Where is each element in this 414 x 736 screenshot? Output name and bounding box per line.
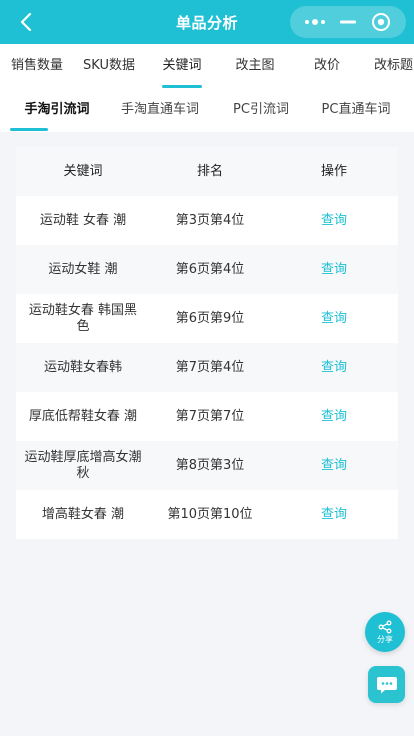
table-row: 运动鞋女春韩 第7页第4位 查询: [16, 343, 398, 392]
minimize-button[interactable]: [334, 8, 362, 36]
table-row: 运动鞋 女春 潮 第3页第4位 查询: [16, 196, 398, 245]
mini-program-capsule: [290, 6, 406, 38]
tab-change-main-image[interactable]: 改主图: [224, 44, 286, 88]
app-header: 单品分析: [0, 0, 414, 44]
header-keyword: 关键词: [63, 163, 103, 179]
header-action: 操作: [320, 163, 347, 179]
tab-sales-quantity[interactable]: 销售数量: [4, 44, 70, 88]
more-button[interactable]: [301, 8, 329, 36]
share-button[interactable]: 分享: [365, 612, 405, 652]
table-row: 运动鞋厚底增高女潮秋 第8页第3位 查询: [16, 441, 398, 490]
table-row: 厚底低帮鞋女春 潮 第7页第7位 查询: [16, 392, 398, 441]
minus-icon: [339, 20, 356, 24]
secondary-tabs: 手淘引流词 手淘直通车词 PC引流词 PC直通车词: [0, 88, 414, 132]
query-link[interactable]: 查询: [270, 245, 398, 294]
tab-change-title[interactable]: 改标题: [374, 44, 414, 88]
tab-change-price[interactable]: 改价: [300, 44, 354, 88]
close-button[interactable]: [367, 8, 395, 36]
more-dots-icon: [304, 19, 325, 25]
tab-pc-traffic-words[interactable]: PC引流词: [222, 88, 300, 132]
chat-bubble-icon: [376, 676, 397, 693]
chat-button[interactable]: [368, 666, 405, 703]
keyword-cell: 运动鞋 女春 潮: [39, 212, 127, 228]
table-row: 增高鞋女春 潮 第10页第10位 查询: [16, 490, 398, 539]
rank-cell: 第10页第10位: [167, 506, 253, 522]
primary-tabs: 销售数量 SKU数据 关键词 改主图 改价 改标题: [0, 44, 414, 88]
keyword-cell: 增高鞋女春 潮: [41, 506, 125, 522]
target-circle-icon: [372, 13, 391, 31]
rank-cell: 第7页第4位: [175, 359, 245, 375]
rank-cell: 第6页第9位: [175, 310, 245, 326]
keyword-cell: 运动鞋女春韩: [43, 359, 122, 375]
query-link[interactable]: 查询: [270, 196, 398, 245]
query-link[interactable]: 查询: [270, 392, 398, 441]
tab-pc-ad-words[interactable]: PC直通车词: [310, 88, 402, 132]
chevron-left-icon: [20, 13, 32, 31]
rank-cell: 第8页第3位: [175, 457, 245, 473]
rank-cell: 第6页第4位: [175, 261, 245, 277]
page-title: 单品分析: [175, 13, 238, 32]
share-label: 分享: [377, 635, 393, 644]
table-row: 运动女鞋 潮 第6页第4位 查询: [16, 245, 398, 294]
rank-cell: 第3页第4位: [175, 212, 245, 228]
active-subtab-indicator: [10, 128, 48, 131]
keyword-cell: 运动女鞋 潮: [48, 261, 118, 277]
keyword-cell: 厚底低帮鞋女春 潮: [28, 408, 138, 424]
back-button[interactable]: [14, 10, 38, 34]
tab-sku-data[interactable]: SKU数据: [76, 44, 142, 88]
tab-keywords[interactable]: 关键词: [150, 44, 214, 88]
rank-cell: 第7页第7位: [175, 408, 245, 424]
share-icon: [378, 620, 392, 634]
header-rank: 排名: [196, 163, 223, 179]
query-link[interactable]: 查询: [270, 441, 398, 490]
query-link[interactable]: 查询: [270, 490, 398, 539]
keyword-cell: 运动鞋厚底增高女潮秋: [24, 449, 142, 481]
query-link[interactable]: 查询: [270, 294, 398, 343]
tab-mobile-traffic-words[interactable]: 手淘引流词: [10, 88, 104, 132]
keyword-cell: 运动鞋女春 韩国黑色: [28, 302, 138, 334]
keyword-rank-table: 关键词 排名 操作 运动鞋 女春 潮 第3页第4位 查询 运动女鞋 潮 第6页第…: [16, 147, 398, 539]
table-row: 运动鞋女春 韩国黑色 第6页第9位 查询: [16, 294, 398, 343]
query-link[interactable]: 查询: [270, 343, 398, 392]
tab-mobile-ad-words[interactable]: 手淘直通车词: [110, 88, 210, 132]
table-header: 关键词 排名 操作: [16, 147, 398, 196]
